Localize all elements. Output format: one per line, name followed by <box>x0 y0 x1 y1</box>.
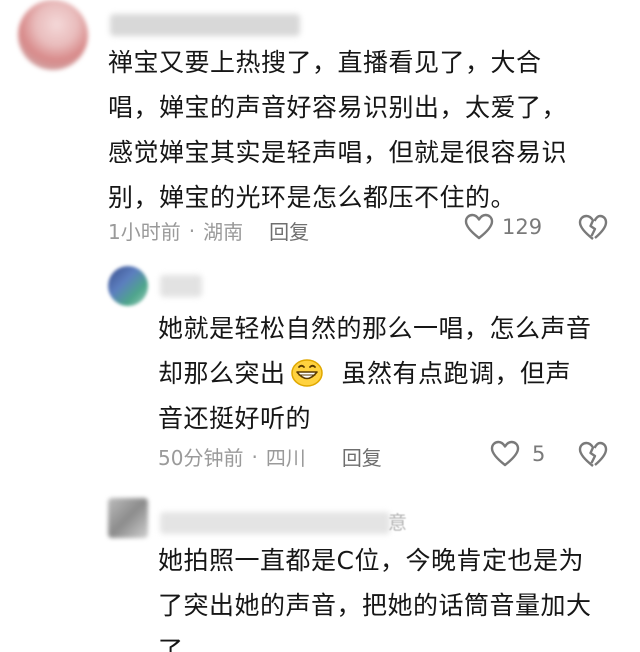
comment-line: 她就是轻松自然的那么一唱，怎么声音 <box>158 314 592 343</box>
comment-fragment: 却那么突出 <box>158 359 286 388</box>
comment-meta: 1小时前 · 湖南 回复 <box>108 216 309 245</box>
comment-meta: 50分钟前 · 四川 回复 <box>158 442 382 471</box>
username[interactable] <box>160 512 390 534</box>
like-count: 129 <box>502 215 543 239</box>
comment-line: 禅宝又要上热搜了，直播看见了，大合 <box>108 48 542 77</box>
separator: · <box>188 218 196 243</box>
heart-outline-icon <box>490 440 520 468</box>
comment-text: 禅宝又要上热搜了，直播看见了，大合 唱，婵宝的声音好容易识别出，太爱了， 感觉婵… <box>108 40 628 220</box>
broken-heart-icon[interactable] <box>578 214 608 246</box>
comment-fragment: 虽然有点跑调，但声 <box>341 359 572 388</box>
avatar[interactable] <box>108 498 148 538</box>
location: 四川 <box>265 446 306 470</box>
comment-text: 她拍照一直都是C位，今晚肯定也是为 了突出她的声音，把她的话筒音量加大 了 <box>158 538 628 652</box>
comment-line: 唱，婵宝的声音好容易识别出，太爱了， <box>108 93 568 122</box>
comment-line: 她拍照一直都是C位，今晚肯定也是为 <box>158 546 584 575</box>
comment-line: 感觉婵宝其实是轻声唱，但就是很容易识 <box>108 138 568 167</box>
avatar[interactable] <box>18 0 88 70</box>
comment-line: 别，婵宝的光环是怎么都压不住的。 <box>108 183 517 212</box>
comment-line: 了 <box>158 636 184 652</box>
username[interactable] <box>110 14 300 36</box>
like-button[interactable]: 129 <box>464 213 542 241</box>
broken-heart-icon[interactable] <box>578 441 608 473</box>
like-count: 5 <box>532 442 546 466</box>
heart-outline-icon <box>464 213 494 241</box>
reply-button[interactable]: 回复 <box>269 216 309 245</box>
timestamp: 50分钟前 <box>158 446 244 470</box>
comment-text: 她就是轻松自然的那么一唱，怎么声音 却那么突出 虽然有点跑调，但声 音还挺好听的 <box>158 306 628 441</box>
separator: · <box>251 444 258 469</box>
location: 湖南 <box>203 220 244 244</box>
comment-line: 了突出她的声音，把她的话筒音量加大 <box>158 591 592 620</box>
username-tail: 意 <box>388 512 408 534</box>
comment-thread: 禅宝又要上热搜了，直播看见了，大合 唱，婵宝的声音好容易识别出，太爱了， 感觉婵… <box>0 0 640 652</box>
grinning-emoji <box>290 357 324 387</box>
comment-line: 音还挺好听的 <box>158 404 312 433</box>
avatar[interactable] <box>108 266 148 306</box>
comment-line: 却那么突出 虽然有点跑调，但声 <box>158 351 628 396</box>
like-button[interactable]: 5 <box>490 440 545 468</box>
username[interactable] <box>160 275 202 297</box>
reply-button[interactable]: 回复 <box>342 442 382 471</box>
timestamp: 1小时前 <box>108 220 181 244</box>
